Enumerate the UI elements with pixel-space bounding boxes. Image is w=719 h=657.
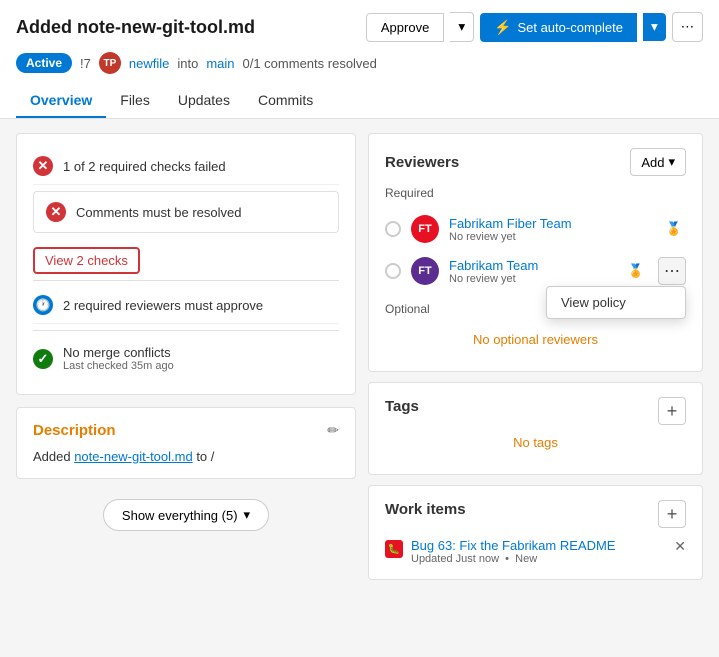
no-conflict-sub: Last checked 35m ago [63, 360, 174, 372]
into-text: into [177, 56, 198, 71]
context-menu: View policy [546, 286, 686, 319]
comments-check-label: Comments must be resolved [76, 205, 241, 220]
autocomplete-button[interactable]: ⚡ Set auto-complete [480, 13, 637, 42]
pr-number: !7 [80, 56, 91, 71]
reviewer-status-2: No review yet [449, 273, 614, 285]
chevron-down-icon-autocomplete: ▾ [651, 19, 658, 34]
description-card: Description ✏ Added note-new-git-tool.md… [16, 407, 356, 479]
work-item-meta-1: Updated Just now • New [411, 553, 615, 565]
add-reviewer-button[interactable]: Add ▾ [630, 148, 686, 176]
tags-section: Tags + No tags [368, 382, 703, 475]
reviewers-header: Reviewers Add ▾ [385, 148, 686, 176]
no-conflict-item: ✓ No merge conflicts Last checked 35m ag… [33, 337, 339, 380]
desc-link[interactable]: note-new-git-tool.md [74, 449, 193, 464]
chevron-down-icon: ▾ [458, 19, 465, 34]
approve-caret-button[interactable]: ▾ [450, 12, 474, 42]
work-item-left-1: 🐛 Bug 63: Fix the Fabrikam README Update… [385, 538, 615, 565]
remove-work-item-icon[interactable]: ✕ [674, 538, 686, 555]
tab-commits[interactable]: Commits [244, 84, 327, 118]
reviewers-section: Reviewers Add ▾ Required FT Fabrikam Fib… [368, 133, 703, 372]
desc-suffix: to / [193, 449, 215, 464]
success-icon: ✓ [33, 349, 53, 369]
tabs: Overview Files Updates Commits [16, 84, 703, 118]
pr-meta: Active !7 TP newfile into main 0/1 comme… [16, 52, 703, 74]
reviewer-item-1: FT Fabrikam Fiber Team No review yet 🏅 [385, 208, 686, 250]
no-optional-reviewers: No optional reviewers [385, 322, 686, 357]
no-tags-label: No tags [385, 425, 686, 460]
add-work-item-button[interactable]: + [658, 500, 686, 528]
main-content: ✕ 1 of 2 required checks failed ✕ Commen… [0, 119, 719, 604]
chevron-down-show-icon: ▾ [244, 507, 251, 523]
approve-button[interactable]: Approve [366, 13, 444, 42]
tags-header: Tags + [385, 397, 686, 425]
comments-error-icon: ✕ [46, 202, 66, 222]
avatar: TP [99, 52, 121, 74]
header-top: Added note-new-git-tool.md Approve ▾ ⚡ S… [16, 12, 703, 42]
description-text: Added note-new-git-tool.md to / [33, 449, 339, 464]
checks-card: ✕ 1 of 2 required checks failed ✕ Commen… [16, 133, 356, 395]
work-items-header: Work items + [385, 500, 686, 528]
add-reviewer-label: Add [641, 155, 664, 170]
show-everything-container: Show everything (5) ▾ [16, 499, 356, 531]
reviewer-item-2: FT Fabrikam Team No review yet 🏅 ⋯ View … [385, 250, 686, 292]
comments-resolved: 0/1 comments resolved [243, 56, 377, 71]
required-label: Required [385, 186, 686, 200]
clock-icon: 🕐 [33, 295, 53, 315]
main-check-label: 1 of 2 required checks failed [63, 159, 226, 174]
add-tag-button[interactable]: + [658, 397, 686, 425]
no-conflict-label: No merge conflicts [63, 345, 174, 360]
reviewer-info-1: Fabrikam Fiber Team No review yet [449, 216, 652, 243]
view-policy-menu-item[interactable]: View policy [547, 287, 685, 318]
reviewer-avatar-1: FT [411, 215, 439, 243]
header-actions: Approve ▾ ⚡ Set auto-complete ▾ ⋯ [366, 12, 703, 42]
active-badge: Active [16, 53, 72, 73]
autocomplete-caret-button[interactable]: ▾ [643, 13, 666, 41]
left-panel: ✕ 1 of 2 required checks failed ✕ Commen… [16, 133, 356, 590]
tab-overview[interactable]: Overview [16, 84, 106, 118]
work-items-section: Work items + 🐛 Bug 63: Fix the Fabrikam … [368, 485, 703, 580]
chevron-down-add-icon: ▾ [668, 154, 675, 170]
pr-title: Added note-new-git-tool.md [16, 17, 255, 38]
tags-title: Tags [385, 398, 419, 415]
reviewer-name-2: Fabrikam Team [449, 258, 614, 273]
more-button[interactable]: ⋯ [672, 12, 703, 42]
description-header: Description ✏ [33, 422, 339, 439]
error-icon: ✕ [33, 156, 53, 176]
edit-icon[interactable]: ✏ [327, 422, 339, 439]
ellipsis-icon: ⋯ [681, 19, 694, 34]
right-panel: Reviewers Add ▾ Required FT Fabrikam Fib… [368, 133, 703, 590]
reviewer-avatar-2: FT [411, 257, 439, 285]
tab-files[interactable]: Files [106, 84, 164, 118]
reviewer-more-button-2[interactable]: ⋯ [658, 257, 686, 285]
desc-prefix: Added [33, 449, 74, 464]
reviewer-badge-icon-2: 🏅 [624, 259, 648, 283]
target-branch-link[interactable]: main [206, 56, 234, 71]
comments-check-item: ✕ Comments must be resolved [33, 191, 339, 233]
page-header: Added note-new-git-tool.md Approve ▾ ⚡ S… [0, 0, 719, 119]
reviewer-status-1: No review yet [449, 231, 652, 243]
main-check-item: ✕ 1 of 2 required checks failed [33, 148, 339, 185]
view-checks-button[interactable]: View 2 checks [33, 247, 140, 274]
work-item-title-1[interactable]: Bug 63: Fix the Fabrikam README [411, 538, 615, 553]
work-item-info-1: Bug 63: Fix the Fabrikam README Updated … [411, 538, 615, 565]
reviewer-radio-2 [385, 263, 401, 279]
work-item-1: 🐛 Bug 63: Fix the Fabrikam README Update… [385, 538, 686, 565]
description-title: Description [33, 422, 116, 439]
tab-updates[interactable]: Updates [164, 84, 244, 118]
reviewer-name-1: Fabrikam Fiber Team [449, 216, 652, 231]
work-items-title: Work items [385, 501, 466, 518]
reviewers-check-label: 2 required reviewers must approve [63, 298, 263, 313]
bug-icon: 🐛 [385, 540, 403, 558]
reviewer-info-2: Fabrikam Team No review yet [449, 258, 614, 285]
reviewers-check-item: 🕐 2 required reviewers must approve [33, 287, 339, 324]
show-everything-button[interactable]: Show everything (5) ▾ [103, 499, 269, 531]
branch-link[interactable]: newfile [129, 56, 169, 71]
reviewer-radio-1 [385, 221, 401, 237]
show-everything-label: Show everything (5) [122, 508, 238, 523]
autocomplete-icon: ⚡ [494, 19, 511, 36]
reviewers-title: Reviewers [385, 154, 459, 171]
reviewer-badge-icon-1: 🏅 [662, 217, 686, 241]
